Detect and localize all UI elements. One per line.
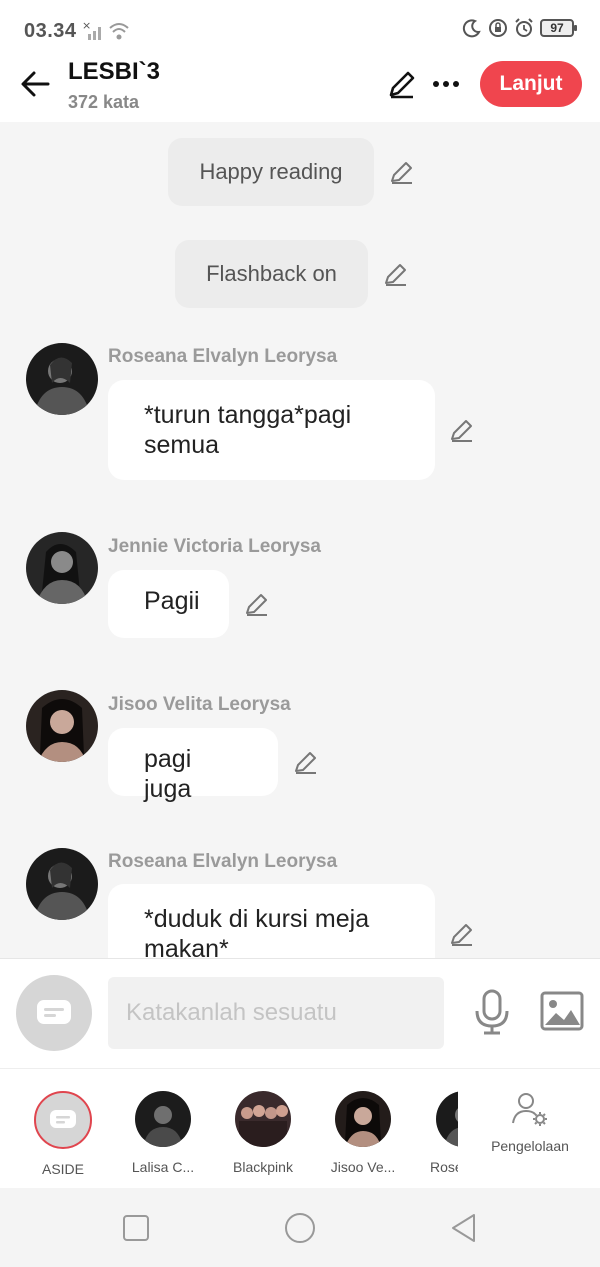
character-item[interactable]: Jisoo Ve... bbox=[318, 1091, 408, 1175]
message-bubble[interactable]: *turun tangga*pagi semua bbox=[108, 380, 435, 480]
message-text: *turun tangga*pagi semua bbox=[144, 401, 352, 459]
avatar[interactable] bbox=[26, 532, 98, 604]
status-bar: 03.34 × 97 bbox=[0, 0, 600, 58]
speaker-name: Roseana Elvalyn Leorysa bbox=[108, 851, 338, 872]
system-nav-bar bbox=[0, 1188, 600, 1267]
message-text: pagi juga bbox=[144, 745, 192, 803]
home-circle-icon[interactable] bbox=[284, 1212, 316, 1244]
narration-text: Flashback on bbox=[206, 261, 337, 286]
user-settings-icon bbox=[512, 1093, 547, 1126]
character-selector: ASIDE Lalisa C... Blackpink Jisoo Ve... … bbox=[0, 1068, 600, 1188]
svg-text:×: × bbox=[82, 20, 91, 32]
edit-pencil-icon[interactable] bbox=[382, 260, 410, 288]
message-text: *duduk di kursi meja makan* bbox=[144, 905, 370, 958]
story-header: LESBI`3 372 kata Lanjut bbox=[0, 58, 600, 122]
back-triangle-icon[interactable] bbox=[448, 1212, 480, 1244]
avatar[interactable] bbox=[26, 848, 98, 920]
avatar[interactable] bbox=[26, 690, 98, 762]
edit-pencil-icon[interactable] bbox=[448, 416, 476, 444]
avatar-photo-icon bbox=[26, 532, 98, 604]
message-text: Pagii bbox=[144, 587, 200, 615]
speaker-name: Jennie Victoria Leorysa bbox=[108, 536, 321, 557]
character-label: ASIDE bbox=[41, 1161, 84, 1177]
continue-button[interactable]: Lanjut bbox=[480, 61, 582, 107]
avatar bbox=[135, 1091, 191, 1147]
battery-indicator: 97 bbox=[540, 19, 577, 37]
character-item[interactable]: Rosé bbox=[410, 1091, 458, 1175]
character-label: Blackpink bbox=[233, 1159, 293, 1175]
character-aside[interactable]: ASIDE bbox=[18, 1091, 108, 1177]
avatar-photo-icon bbox=[26, 690, 98, 762]
message-bubble[interactable]: *duduk di kursi meja makan* bbox=[108, 884, 435, 958]
management-button[interactable]: Pengelolaan bbox=[480, 1089, 580, 1154]
battery-level: 97 bbox=[550, 21, 564, 35]
chat-bubble-icon bbox=[37, 1000, 71, 1024]
word-count: 372 kata bbox=[68, 92, 140, 112]
input-bar bbox=[0, 958, 600, 1068]
alarm-icon bbox=[515, 18, 533, 37]
chat-bubble-icon bbox=[50, 1110, 76, 1128]
edit-pencil-icon[interactable] bbox=[448, 920, 476, 948]
narration-bubble[interactable]: Happy reading bbox=[168, 138, 374, 206]
message-bubble[interactable]: Pagii bbox=[108, 570, 229, 638]
character-item[interactable]: Blackpink bbox=[218, 1091, 308, 1175]
character-label: Rosé bbox=[430, 1159, 458, 1175]
character-label: Jisoo Ve... bbox=[330, 1159, 396, 1175]
character-item[interactable]: Lalisa C... bbox=[118, 1091, 208, 1175]
avatar-photo-icon bbox=[335, 1091, 391, 1147]
lock-rotation-icon bbox=[489, 19, 507, 37]
speaker-name: Roseana Elvalyn Leorysa bbox=[108, 346, 338, 367]
avatar-photo-icon bbox=[436, 1091, 458, 1147]
moon-icon bbox=[462, 19, 481, 38]
avatar bbox=[335, 1091, 391, 1147]
character-label: Lalisa C... bbox=[131, 1159, 195, 1175]
message-input[interactable] bbox=[108, 977, 444, 1049]
status-time: 03.34 bbox=[24, 20, 77, 42]
management-label: Pengelolaan bbox=[491, 1138, 569, 1154]
avatar bbox=[235, 1091, 291, 1147]
avatar bbox=[34, 1091, 92, 1149]
chat-mode-button[interactable] bbox=[16, 975, 92, 1051]
narration-text: Happy reading bbox=[199, 159, 343, 184]
image-icon[interactable] bbox=[540, 991, 584, 1031]
edit-pencil-icon[interactable] bbox=[388, 158, 416, 186]
avatar bbox=[436, 1091, 458, 1147]
edit-pencil-icon[interactable] bbox=[292, 748, 320, 776]
story-title: LESBI`3 bbox=[68, 58, 161, 85]
avatar-photo-icon bbox=[235, 1091, 291, 1147]
recents-square-icon[interactable] bbox=[120, 1212, 152, 1244]
edit-pencil-icon[interactable] bbox=[243, 590, 271, 618]
chat-area[interactable]: Happy reading Flashback on Roseana Elval… bbox=[0, 122, 600, 958]
narration-bubble[interactable]: Flashback on bbox=[175, 240, 368, 308]
network-icon: × bbox=[82, 20, 129, 40]
speaker-name: Jisoo Velita Leorysa bbox=[108, 694, 291, 715]
avatar-photo-icon bbox=[135, 1091, 191, 1147]
avatar-photo-icon bbox=[26, 343, 98, 415]
message-bubble[interactable]: pagi juga bbox=[108, 728, 278, 803]
back-arrow-icon[interactable] bbox=[18, 66, 54, 102]
microphone-icon[interactable] bbox=[472, 989, 512, 1035]
avatar[interactable] bbox=[26, 343, 98, 415]
avatar-photo-icon bbox=[26, 848, 98, 920]
edit-pencil-icon[interactable] bbox=[386, 68, 418, 100]
more-options-icon[interactable] bbox=[430, 68, 462, 100]
